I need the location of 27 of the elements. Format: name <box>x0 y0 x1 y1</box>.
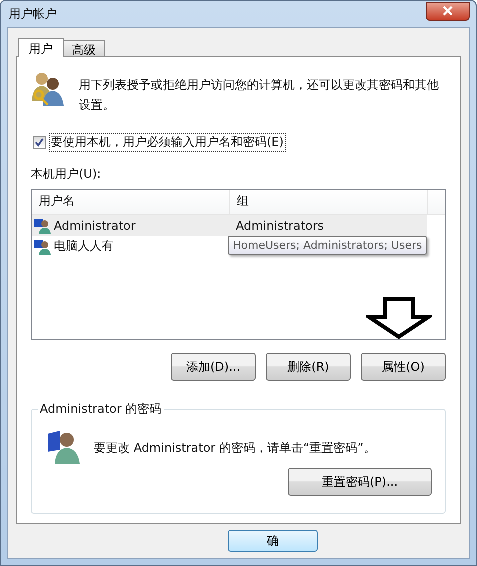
user-row[interactable]: Administrator Administrators <box>32 215 427 236</box>
checkbox-label[interactable]: 要使用本机，用户必须输入用户名和密码(E) <box>49 133 286 152</box>
action-button[interactable]: 添加(D)... <box>171 353 256 381</box>
list-label: 本机用户(U): <box>31 166 102 183</box>
column-header[interactable]: 用户名 <box>32 190 230 214</box>
password-hint: 要更改 Administrator 的密码，请单击“重置密码”。 <box>94 440 376 457</box>
group-cell-text: Administrators <box>235 218 324 232</box>
window-title: 用户帐户 <box>8 6 57 22</box>
tooltip: HomeUsers; Administrators; Users <box>228 236 428 255</box>
user-computer-icon <box>34 218 52 234</box>
down-arrow-icon <box>366 297 432 339</box>
description-text: 用下列表授予或拒绝用户访问您的计算机，还可以更改其密码和其他设置。 <box>79 77 439 114</box>
user-name: Administrator <box>54 218 136 232</box>
column-header[interactable]: 组 <box>230 190 428 214</box>
close-button[interactable] <box>426 2 470 20</box>
action-button[interactable]: 删除(R) <box>266 353 351 381</box>
reset-password-button[interactable]: 重置密码(P)... <box>288 468 432 496</box>
close-icon <box>443 6 453 16</box>
user-name: 电脑人人有 <box>54 238 114 255</box>
tab[interactable]: 用户 <box>18 38 64 57</box>
users-icon <box>31 71 65 107</box>
ok-button[interactable]: 确 <box>228 530 318 552</box>
tab[interactable]: 高级 <box>63 40 105 56</box>
user-computer-icon <box>34 238 52 254</box>
checkbox[interactable] <box>33 136 46 149</box>
action-button[interactable]: 属性(O) <box>361 353 446 381</box>
user-computer-icon <box>46 428 82 464</box>
